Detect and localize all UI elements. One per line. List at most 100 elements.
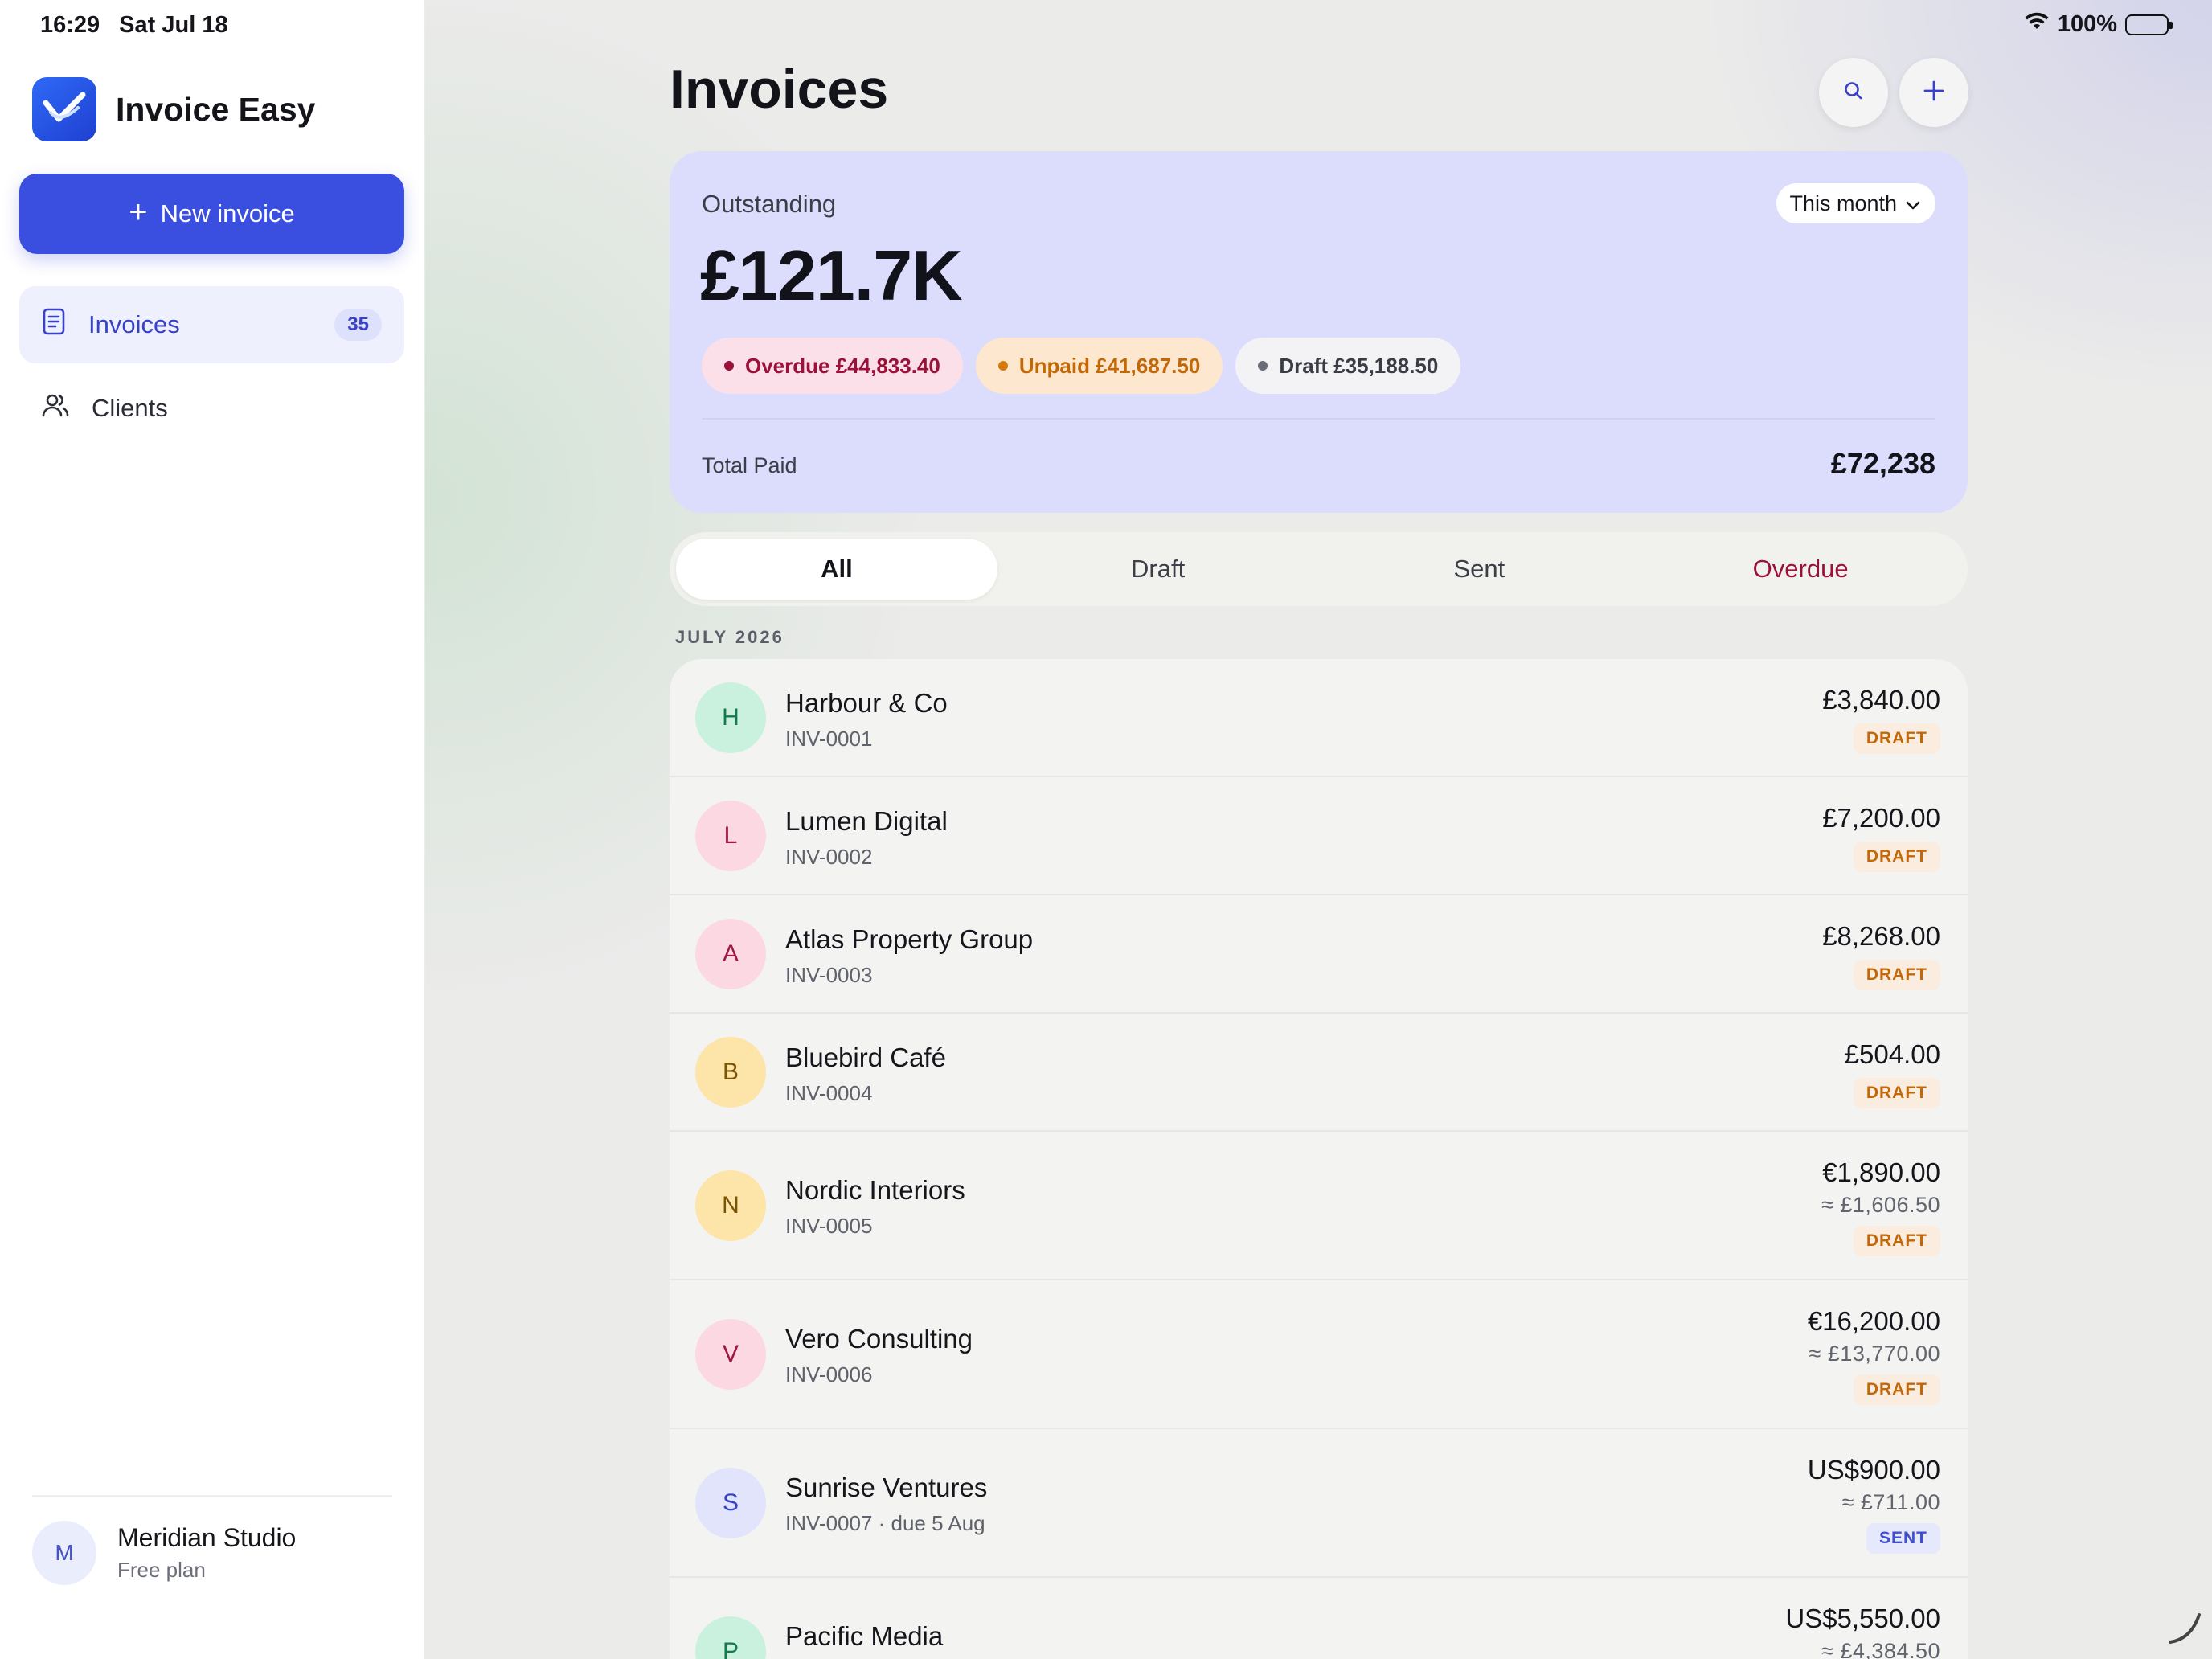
- draft-chip-label: Draft £35,188.50: [1279, 353, 1439, 378]
- client-name: Bluebird Café: [785, 1043, 946, 1072]
- invoice-row-harbour[interactable]: H Harbour & Co INV-0001 £3,840.00 DRAFT: [670, 659, 1968, 777]
- status-chips: Overdue £44,833.40 Unpaid £41,687.50 Dra…: [702, 338, 1461, 394]
- status-bar: 16:29 Sat Jul 18 100%: [0, 0, 2212, 51]
- app-name: Invoice Easy: [116, 90, 316, 128]
- outstanding-amount: £121.7K: [700, 236, 963, 315]
- outstanding-summary-card: Outstanding This month £121.7K Overdue £…: [670, 151, 1968, 513]
- total-paid-label: Total Paid: [702, 453, 797, 477]
- unpaid-chip-label: Unpaid £41,687.50: [1018, 353, 1201, 378]
- resize-handle-icon[interactable]: [2164, 1607, 2204, 1651]
- page-title: Invoices: [670, 59, 889, 120]
- client-avatar: B: [695, 1037, 766, 1108]
- client-name: Harbour & Co: [785, 688, 948, 718]
- invoice-row-lumen[interactable]: L Lumen Digital INV-0002 £7,200.00 DRAFT: [670, 777, 1968, 895]
- brand: Invoice Easy: [32, 77, 315, 141]
- status-date: Sat Jul 18: [119, 12, 228, 38]
- invoice-number: INV-0001: [785, 727, 873, 751]
- invoice-number: INV-0002: [785, 845, 873, 869]
- avatar: M: [32, 1521, 96, 1585]
- invoice-row-bluebird[interactable]: B Bluebird Café INV-0004 £504.00 DRAFT: [670, 1014, 1968, 1132]
- new-invoice-label: New invoice: [160, 199, 295, 227]
- client-name: Sunrise Ventures: [785, 1473, 988, 1502]
- app-logo-icon: [32, 77, 96, 141]
- status-time: 16:29: [40, 12, 100, 38]
- month-section-header: JULY 2026: [675, 627, 784, 647]
- search-icon: [1843, 80, 1864, 105]
- account-name: Meridian Studio: [117, 1523, 297, 1552]
- total-paid-value: £72,238: [1830, 447, 1936, 480]
- invoice-amount: US$900.00: [1807, 1455, 1940, 1485]
- status-badge: SENT: [1866, 1523, 1940, 1554]
- invoice-number: INV-0004: [785, 1081, 873, 1105]
- client-name: Pacific Media: [785, 1621, 944, 1651]
- status-badge: DRAFT: [1853, 1226, 1940, 1256]
- account-plan: Free plan: [117, 1558, 206, 1582]
- period-select[interactable]: This month: [1776, 183, 1936, 223]
- invoice-row-pacific[interactable]: P Pacific Media US$5,550.00 ≈ £4,384.50: [670, 1578, 1968, 1659]
- invoice-count-badge: 35: [334, 309, 382, 341]
- sidebar-item-invoices[interactable]: Invoices 35: [19, 286, 404, 363]
- document-icon: [42, 308, 66, 342]
- invoice-amount: £8,268.00: [1822, 921, 1940, 951]
- sidebar-item-clients[interactable]: Clients: [19, 370, 404, 447]
- converted-amount: ≈ £13,770.00: [1809, 1342, 1940, 1366]
- sidebar-item-label: Invoices: [88, 310, 180, 338]
- client-avatar: P: [695, 1616, 766, 1659]
- invoice-row-atlas[interactable]: A Atlas Property Group INV-0003 £8,268.0…: [670, 895, 1968, 1014]
- status-badge: DRAFT: [1853, 1374, 1940, 1405]
- overdue-chip-label: Overdue £44,833.40: [745, 353, 940, 378]
- status-badge: DRAFT: [1853, 960, 1940, 990]
- client-avatar: S: [695, 1468, 766, 1538]
- client-name: Atlas Property Group: [785, 924, 1034, 954]
- tab-all[interactable]: All: [676, 539, 997, 600]
- unpaid-chip[interactable]: Unpaid £41,687.50: [975, 338, 1223, 394]
- overdue-chip[interactable]: Overdue £44,833.40: [702, 338, 963, 394]
- invoice-number: INV-0005: [785, 1214, 873, 1238]
- invoice-row-nordic[interactable]: N Nordic Interiors INV-0005 €1,890.00 ≈ …: [670, 1132, 1968, 1280]
- client-avatar: A: [695, 919, 766, 989]
- status-badge: DRAFT: [1853, 1078, 1940, 1108]
- invoice-list: H Harbour & Co INV-0001 £3,840.00 DRAFT …: [670, 659, 1968, 1659]
- invoice-amount: £504.00: [1844, 1039, 1940, 1069]
- status-badge: DRAFT: [1853, 842, 1940, 872]
- client-avatar: N: [695, 1170, 766, 1241]
- battery-percent: 100%: [2057, 11, 2117, 37]
- sidebar-item-label: Clients: [92, 394, 168, 422]
- summary-label: Outstanding: [702, 190, 837, 218]
- account-switcher[interactable]: M Meridian Studio Free plan: [32, 1495, 392, 1585]
- overdue-dot-icon: [724, 361, 734, 371]
- invoice-number: INV-0003: [785, 963, 873, 987]
- invoice-number: INV-0006: [785, 1362, 873, 1387]
- search-button[interactable]: [1819, 58, 1888, 127]
- client-avatar: V: [695, 1319, 766, 1390]
- client-name: Vero Consulting: [785, 1324, 973, 1354]
- draft-chip[interactable]: Draft £35,188.50: [1235, 338, 1461, 394]
- period-label: This month: [1789, 190, 1897, 215]
- tab-overdue[interactable]: Overdue: [1640, 539, 1961, 600]
- status-badge: DRAFT: [1853, 723, 1940, 754]
- plus-icon: [1922, 79, 1946, 107]
- tab-draft[interactable]: Draft: [997, 539, 1319, 600]
- wifi-icon: [2024, 11, 2050, 38]
- client-avatar: H: [695, 682, 766, 753]
- chevron-down-icon: [1905, 191, 1921, 216]
- main-content: Invoices Outstanding This month £121.7K: [425, 0, 2212, 1659]
- converted-amount: ≈ £711.00: [1841, 1490, 1940, 1514]
- battery-icon: [2125, 14, 2173, 35]
- converted-amount: ≈ £1,606.50: [1821, 1193, 1940, 1217]
- converted-amount: ≈ £4,384.50: [1821, 1639, 1940, 1659]
- invoice-row-sunrise[interactable]: S Sunrise Ventures INV-0007 · due 5 Aug …: [670, 1429, 1968, 1578]
- users-icon: [42, 393, 69, 424]
- invoice-row-vero[interactable]: V Vero Consulting INV-0006 €16,200.00 ≈ …: [670, 1280, 1968, 1429]
- unpaid-dot-icon: [997, 361, 1008, 371]
- tab-sent[interactable]: Sent: [1319, 539, 1641, 600]
- client-name: Lumen Digital: [785, 806, 948, 836]
- plus-icon: +: [129, 195, 148, 230]
- invoice-amount: €16,200.00: [1807, 1306, 1940, 1336]
- status-filter-tabs: All Draft Sent Overdue: [670, 532, 1968, 606]
- add-invoice-button[interactable]: [1899, 58, 1968, 127]
- client-name: Nordic Interiors: [785, 1175, 965, 1205]
- sidebar: Invoice Easy + New invoice Invoices 35 C…: [0, 0, 424, 1659]
- new-invoice-button[interactable]: + New invoice: [19, 174, 404, 254]
- invoice-number: INV-0007 · due 5 Aug: [785, 1511, 985, 1535]
